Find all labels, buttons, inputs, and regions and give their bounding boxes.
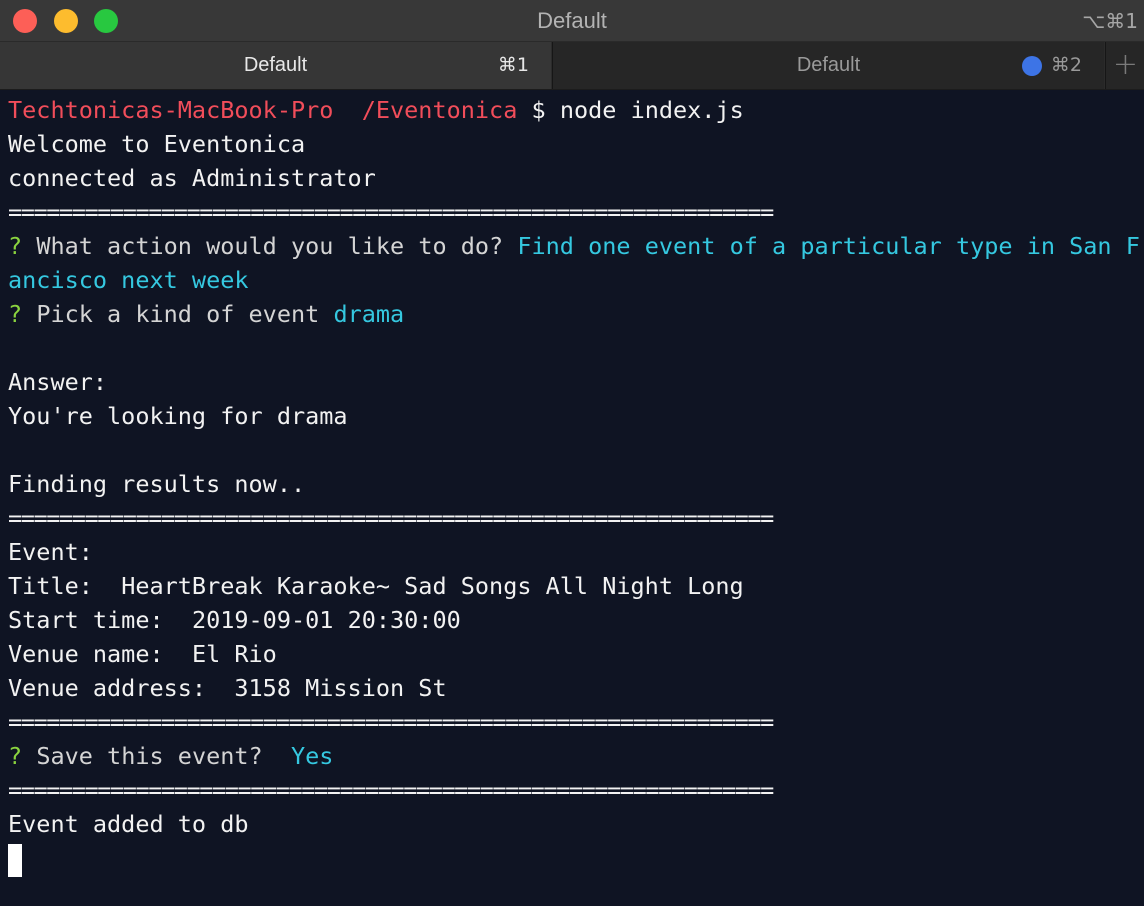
event-start-value: 2019-09-01 20:30:00 — [191, 606, 461, 634]
question-text: Pick a kind of event — [36, 300, 320, 328]
event-title-line: Title: HeartBreak Karaoke~ Sad Songs All… — [8, 569, 1144, 603]
question-answer: Find one event of a particular type in S… — [517, 232, 1144, 260]
window-title: Default — [537, 8, 607, 33]
command-text: node index.js — [559, 96, 744, 124]
question-answer: drama — [333, 300, 405, 328]
terminal-output[interactable]: Techtonicas-MacBook-Pro /Eventonica $ no… — [8, 93, 1144, 903]
looking-for-line: You're looking for drama — [8, 402, 348, 430]
prompt-host: Techtonicas-MacBook-Pro — [8, 96, 334, 124]
tab-shortcut: ⌘2 — [1050, 54, 1082, 76]
connected-line: connected as Administrator — [8, 164, 376, 192]
answer-label-line: Answer: — [8, 368, 108, 396]
event-address-value: 3158 Mission St — [234, 674, 447, 702]
event-field-label: Title: — [8, 572, 93, 600]
welcome-line: Welcome to Eventonica — [8, 130, 306, 158]
event-field-label: Venue name: — [8, 640, 164, 668]
event-field-label: Start time: — [8, 606, 164, 634]
question-save-line: ? Save this event? Yes — [8, 739, 1144, 773]
terminal-cursor — [8, 843, 22, 877]
question-kind-line: ? Pick a kind of event drama — [8, 297, 1144, 331]
activity-dot-icon — [1022, 56, 1042, 76]
prompt-symbol: $ — [531, 96, 546, 124]
question-mark: ? — [8, 300, 23, 328]
finding-line: Finding results now.. — [8, 470, 306, 498]
tab-bar: Default ⌘1 Default ⌘2 + — [0, 42, 1144, 90]
question-text: What action would you like to do? — [36, 232, 504, 260]
cursor-line — [8, 841, 1144, 877]
question-answer: Yes — [290, 742, 334, 770]
title-bar: Default ⌥⌘1 — [0, 0, 1144, 42]
event-venue-value: El Rio — [191, 640, 277, 668]
tab-default-1[interactable]: Default ⌘1 — [0, 42, 551, 89]
prompt-path: /Eventonica — [361, 96, 518, 124]
tab-default-2[interactable]: Default ⌘2 — [552, 42, 1104, 89]
question-action-line: ? What action would you like to do? Find… — [8, 229, 1144, 263]
divider-line: ========================================… — [8, 504, 774, 532]
question-text: Save this event? — [36, 742, 263, 770]
question-answer-wrap: ancisco next week — [8, 266, 249, 294]
divider-line: ========================================… — [8, 708, 774, 736]
event-field-label: Venue address: — [8, 674, 207, 702]
event-added-line: Event added to db — [8, 810, 249, 838]
terminal-window: Default ⌥⌘1 Default ⌘1 Default ⌘2 + Tech… — [0, 0, 1144, 906]
divider-line: ========================================… — [8, 776, 774, 804]
event-address-line: Venue address: 3158 Mission St — [8, 671, 1144, 705]
command-line: Techtonicas-MacBook-Pro /Eventonica $ no… — [8, 93, 1144, 127]
question-mark: ? — [8, 232, 23, 260]
window-shortcut: ⌥⌘1 — [1082, 9, 1138, 33]
event-label-line: Event: — [8, 538, 93, 566]
event-venue-line: Venue name: El Rio — [8, 637, 1144, 671]
event-title-value: HeartBreak Karaoke~ Sad Songs All Night … — [121, 572, 744, 600]
divider-line: ========================================… — [8, 198, 774, 226]
tab-shortcut: ⌘1 — [497, 54, 529, 76]
tab-label: Default — [243, 54, 308, 76]
question-mark: ? — [8, 742, 23, 770]
plus-icon[interactable]: + — [1105, 42, 1144, 89]
event-start-line: Start time: 2019-09-01 20:30:00 — [8, 603, 1144, 637]
